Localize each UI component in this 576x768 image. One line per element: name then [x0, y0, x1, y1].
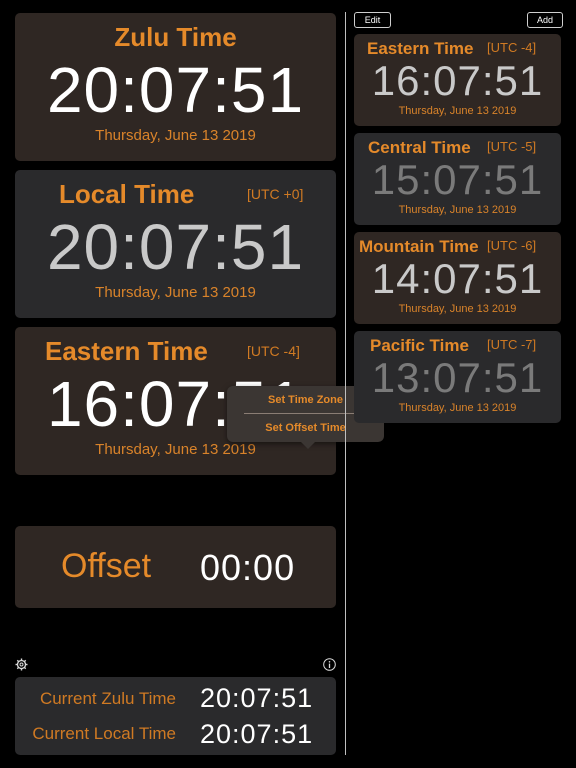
- popover-arrow: [301, 442, 315, 449]
- zone-utc: [UTC -7]: [487, 337, 537, 352]
- zone-title: Eastern Time: [367, 39, 474, 58]
- current-local-value: 20:07:51: [200, 719, 314, 749]
- zulu-time-date: Thursday, June 13 2019: [95, 127, 256, 144]
- zone-title: Pacific Time: [370, 336, 469, 355]
- local-time-utc: [UTC +0]: [247, 186, 304, 202]
- list-item[interactable]: Central Time [UTC -5] 15:07:51 Thursday,…: [354, 133, 561, 225]
- zulu-time-value: 20:07:51: [46, 54, 305, 126]
- zone-date: Thursday, June 13 2019: [398, 303, 517, 315]
- set-offset-time-option[interactable]: Set Offset Time: [227, 422, 384, 434]
- offset-label: Offset: [61, 547, 152, 585]
- zone-utc: [UTC -6]: [487, 238, 537, 253]
- zone-date: Thursday, June 13 2019: [398, 402, 517, 414]
- eastern-time-date: Thursday, June 13 2019: [95, 441, 256, 458]
- current-zulu-value: 20:07:51: [200, 683, 314, 713]
- add-button[interactable]: Add: [527, 12, 563, 28]
- current-zulu-label: Current Zulu Time: [39, 689, 176, 708]
- menu-divider: [244, 413, 367, 414]
- zone-title: Central Time: [368, 138, 471, 157]
- column-divider: [345, 12, 346, 755]
- zone-date: Thursday, June 13 2019: [398, 105, 517, 117]
- zone-time: 14:07:51: [371, 255, 544, 302]
- local-time-value: 20:07:51: [46, 211, 305, 283]
- list-item[interactable]: Eastern Time [UTC -4] 16:07:51 Thursday,…: [354, 34, 561, 126]
- info-icon[interactable]: [323, 658, 336, 671]
- eastern-time-title: Eastern Time: [45, 336, 208, 366]
- zulu-time-card[interactable]: Zulu Time 20:07:51 Thursday, June 13 201…: [15, 13, 336, 161]
- zone-time: 15:07:51: [371, 156, 544, 203]
- zone-title: Mountain Time: [359, 237, 479, 256]
- zone-time: 16:07:51: [371, 57, 544, 104]
- eastern-time-utc: [UTC -4]: [247, 343, 300, 359]
- zone-utc: [UTC -5]: [487, 139, 537, 154]
- offset-value: 00:00: [200, 547, 296, 588]
- edit-button[interactable]: Edit: [354, 12, 391, 28]
- current-local-label: Current Local Time: [32, 724, 176, 743]
- local-time-title: Local Time: [59, 179, 195, 209]
- local-time-date: Thursday, June 13 2019: [95, 284, 256, 301]
- local-time-card[interactable]: Local Time [UTC +0] 20:07:51 Thursday, J…: [15, 170, 336, 318]
- list-item[interactable]: Mountain Time [UTC -6] 14:07:51 Thursday…: [354, 232, 561, 324]
- gear-icon[interactable]: [15, 658, 28, 671]
- list-item[interactable]: Pacific Time [UTC -7] 13:07:51 Thursday,…: [354, 331, 561, 423]
- offset-card[interactable]: Offset 00:00: [15, 526, 336, 608]
- zulu-time-title: Zulu Time: [114, 22, 237, 52]
- zone-time: 13:07:51: [371, 354, 544, 401]
- zone-utc: [UTC -4]: [487, 40, 537, 55]
- zone-date: Thursday, June 13 2019: [398, 204, 517, 216]
- current-time-panel: Current Zulu Time 20:07:51 Current Local…: [15, 677, 336, 755]
